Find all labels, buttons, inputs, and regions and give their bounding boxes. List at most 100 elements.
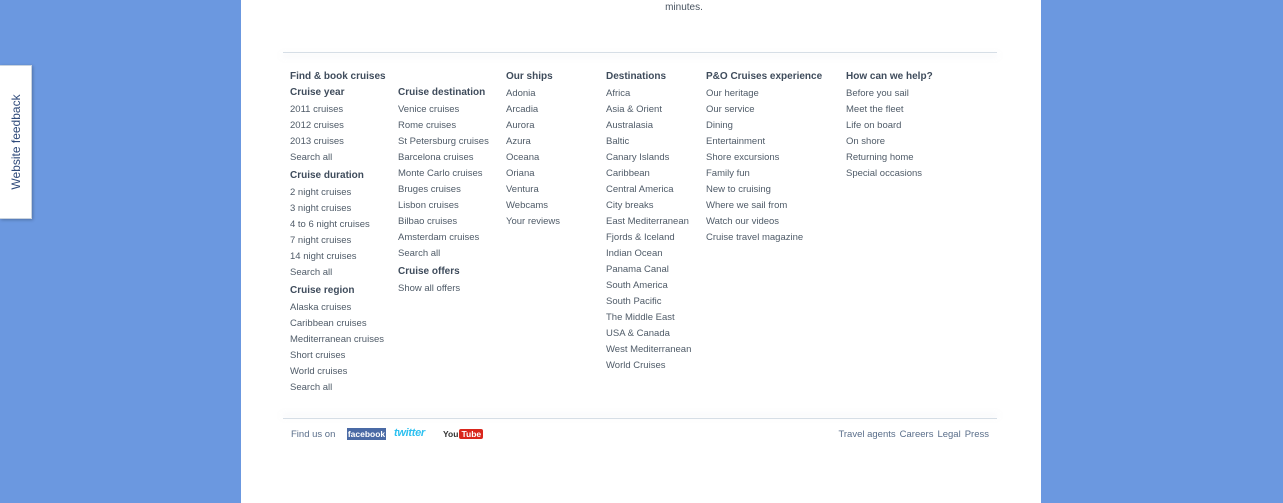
help-list: Before you sail Meet the fleet Life on boa…: [846, 86, 933, 182]
destination-link[interactable]: Canary Islands: [606, 150, 691, 166]
destination-link[interactable]: Baltic: [606, 134, 691, 150]
help-link[interactable]: On shore: [846, 134, 933, 150]
experience-column: P&O Cruises experience Our heritage Our s…: [706, 70, 822, 248]
destination-link[interactable]: USA & Canada: [606, 326, 691, 342]
cruise-destination-link[interactable]: Barcelona cruises: [398, 150, 489, 166]
help-link[interactable]: Meet the fleet: [846, 102, 933, 118]
footer-link[interactable]: Travel agents: [838, 429, 895, 440]
facebook-icon[interactable]: facebook: [347, 428, 386, 440]
ship-link[interactable]: Webcams: [506, 198, 560, 214]
destination-link[interactable]: The Middle East: [606, 310, 691, 326]
experience-link[interactable]: Dining: [706, 118, 822, 134]
website-feedback-tab[interactable]: Website feedback: [0, 65, 32, 219]
ship-link[interactable]: Adonia: [506, 86, 560, 102]
cruise-year-list: 2011 cruises 2012 cruises 2013 cruises Sear…: [290, 102, 386, 166]
cruise-duration-list: 2 night cruises 3 night cruises 4 to 6 nig…: [290, 185, 386, 281]
cruise-year-link[interactable]: 2011 cruises: [290, 102, 386, 118]
cruise-year-link[interactable]: Search all: [290, 150, 386, 166]
cruise-destination-link[interactable]: St Petersburg cruises: [398, 134, 489, 150]
page-container: minutes. Find & book cruises Cruise year…: [241, 0, 1041, 503]
cruise-duration-link[interactable]: 2 night cruises: [290, 185, 386, 201]
footer-link[interactable]: Careers: [900, 429, 934, 440]
cruise-year-link[interactable]: 2013 cruises: [290, 134, 386, 150]
destination-link[interactable]: South Pacific: [606, 294, 691, 310]
cruise-duration-link[interactable]: 14 night cruises: [290, 249, 386, 265]
destination-link[interactable]: Indian Ocean: [606, 246, 691, 262]
cruise-duration-link[interactable]: Search all: [290, 265, 386, 281]
cruise-destination-link[interactable]: Amsterdam cruises: [398, 230, 489, 246]
cruise-region-link[interactable]: Search all: [290, 380, 386, 396]
cruise-destination-link[interactable]: Lisbon cruises: [398, 198, 489, 214]
cruise-destination-heading: Cruise destination: [398, 87, 486, 98]
help-link[interactable]: Before you sail: [846, 86, 933, 102]
cruise-destination-link[interactable]: Bilbao cruises: [398, 214, 489, 230]
twitter-icon[interactable]: twitter: [394, 427, 425, 439]
experience-link[interactable]: Our service: [706, 102, 822, 118]
cruise-destination-link[interactable]: Venice cruises: [398, 102, 489, 118]
youtube-you-text: You: [443, 429, 459, 439]
destination-link[interactable]: Asia & Orient: [606, 102, 691, 118]
cruise-duration-link[interactable]: 4 to 6 night cruises: [290, 217, 386, 233]
destination-link[interactable]: Africa: [606, 86, 691, 102]
experience-link[interactable]: Cruise travel magazine: [706, 230, 822, 246]
experience-link[interactable]: Shore excursions: [706, 150, 822, 166]
cruise-region-list: Alaska cruises Caribbean cruises Mediterra…: [290, 300, 386, 396]
ship-link[interactable]: Arcadia: [506, 102, 560, 118]
experience-link[interactable]: Family fun: [706, 166, 822, 182]
destination-link[interactable]: City breaks: [606, 198, 691, 214]
cruise-destination-link[interactable]: Rome cruises: [398, 118, 489, 134]
destination-link[interactable]: World Cruises: [606, 358, 691, 374]
divider-top: [283, 52, 997, 53]
divider-bottom: [283, 418, 997, 419]
help-link[interactable]: Life on board: [846, 118, 933, 134]
youtube-tube-text: Tube: [459, 429, 484, 439]
experience-link[interactable]: Entertainment: [706, 134, 822, 150]
footer-link[interactable]: Press: [965, 429, 989, 440]
destination-link[interactable]: Panama Canal: [606, 262, 691, 278]
ship-link[interactable]: Oriana: [506, 166, 560, 182]
cruise-destination-link[interactable]: Search all: [398, 246, 489, 262]
our-ships-heading: Our ships: [506, 71, 553, 82]
experience-link[interactable]: Our heritage: [706, 86, 822, 102]
find-us-label: Find us on: [291, 429, 336, 440]
help-link[interactable]: Returning home: [846, 150, 933, 166]
cruise-offers-heading: Cruise offers: [398, 266, 460, 277]
cruise-duration-link[interactable]: 3 night cruises: [290, 201, 386, 217]
youtube-icon[interactable]: You Tube: [443, 428, 484, 440]
destination-link[interactable]: Fjords & Iceland: [606, 230, 691, 246]
cruise-year-link[interactable]: 2012 cruises: [290, 118, 386, 134]
cruise-region-link[interactable]: World cruises: [290, 364, 386, 380]
destination-link[interactable]: East Mediterranean: [606, 214, 691, 230]
cruise-region-link[interactable]: Mediterranean cruises: [290, 332, 386, 348]
destinations-heading: Destinations: [606, 71, 667, 82]
footer-link[interactable]: Legal: [937, 429, 960, 440]
destination-link[interactable]: Caribbean: [606, 166, 691, 182]
experience-link[interactable]: Where we sail from: [706, 198, 822, 214]
cruise-duration-link[interactable]: 7 night cruises: [290, 233, 386, 249]
ship-link[interactable]: Aurora: [506, 118, 560, 134]
help-link[interactable]: Special occasions: [846, 166, 933, 182]
destination-link[interactable]: South America: [606, 278, 691, 294]
cruise-destination-column: Cruise destination Venice cruises Rome cr…: [398, 86, 489, 299]
experience-link[interactable]: New to cruising: [706, 182, 822, 198]
destinations-column: Destinations Africa Asia & Orient Australa…: [606, 70, 691, 376]
cruise-duration-heading: Cruise duration: [290, 170, 364, 181]
cruise-region-link[interactable]: Caribbean cruises: [290, 316, 386, 332]
cruise-offers-link[interactable]: Show all offers: [398, 281, 489, 297]
find-book-column: Find & book cruises Cruise year 2011 cru…: [290, 70, 386, 398]
ship-link[interactable]: Your reviews: [506, 214, 560, 230]
help-heading: How can we help?: [846, 71, 933, 82]
cruise-region-link[interactable]: Alaska cruises: [290, 300, 386, 316]
cruise-region-link[interactable]: Short cruises: [290, 348, 386, 364]
experience-heading: P&O Cruises experience: [706, 71, 823, 82]
destination-link[interactable]: West Mediterranean: [606, 342, 691, 358]
ship-link[interactable]: Ventura: [506, 182, 560, 198]
destinations-list: Africa Asia & Orient Australasia Baltic Cana…: [606, 86, 691, 374]
destination-link[interactable]: Central America: [606, 182, 691, 198]
ship-link[interactable]: Oceana: [506, 150, 560, 166]
destination-link[interactable]: Australasia: [606, 118, 691, 134]
cruise-destination-link[interactable]: Monte Carlo cruises: [398, 166, 489, 182]
experience-link[interactable]: Watch our videos: [706, 214, 822, 230]
cruise-destination-link[interactable]: Bruges cruises: [398, 182, 489, 198]
ship-link[interactable]: Azura: [506, 134, 560, 150]
